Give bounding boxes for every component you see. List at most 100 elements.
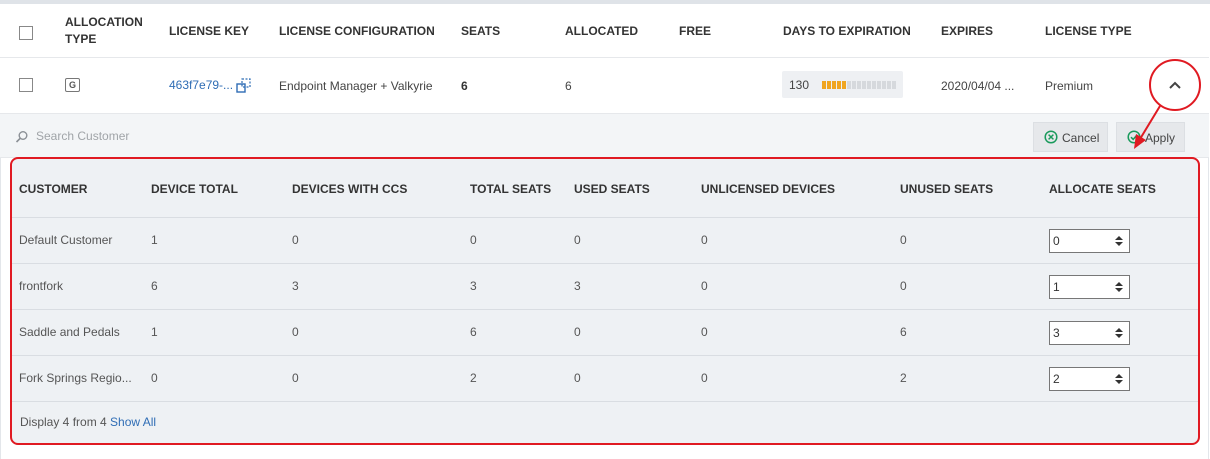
total-seats-cell: 0 xyxy=(470,233,477,247)
search-icon xyxy=(15,131,28,143)
header-allocation-type: ALLOCATION TYPE xyxy=(65,14,143,48)
days-bar-segment xyxy=(832,81,836,89)
license-configuration: Endpoint Manager + Valkyrie xyxy=(279,79,433,93)
header-customer[interactable]: CUSTOMER xyxy=(19,182,87,196)
unlicensed-devices-cell: 0 xyxy=(701,371,708,385)
header-allocated[interactable]: ALLOCATED xyxy=(565,23,638,40)
customer-link[interactable]: frontfork xyxy=(19,279,63,293)
allocate-seats-stepper[interactable] xyxy=(1049,367,1130,391)
total-seats-cell: 6 xyxy=(470,325,477,339)
customer-link[interactable]: Fork Springs Regio... xyxy=(19,371,132,385)
customer-link[interactable]: Default Customer xyxy=(19,233,112,247)
days-bar-segment xyxy=(847,81,851,89)
header-unused-seats[interactable]: UNUSED SEATS xyxy=(900,182,993,196)
allocated-value: 6 xyxy=(565,79,572,93)
days-bar-segment xyxy=(867,81,871,89)
header-license-key[interactable]: LICENSE KEY xyxy=(169,23,249,40)
days-bar-segment xyxy=(887,81,891,89)
allocation-type-badge: G xyxy=(65,78,80,92)
pagination-footer: Display 4 from 4 Show All xyxy=(12,401,1198,443)
license-key-link[interactable]: 463f7e79-... xyxy=(169,78,233,92)
cancel-button[interactable]: Cancel xyxy=(1033,122,1108,152)
header-allocate-seats[interactable]: ALLOCATE SEATS xyxy=(1049,182,1156,196)
header-license-configuration[interactable]: LICENSE CONFIGURATION xyxy=(279,23,435,40)
show-all-link[interactable]: Show All xyxy=(110,415,156,429)
license-row: G 463f7e79-... Endpoint Manager + Valkyr… xyxy=(0,58,1209,114)
spinner-arrows-icon[interactable] xyxy=(1113,373,1125,385)
devices-with-ccs-cell: 0 xyxy=(292,325,299,339)
license-row-checkbox[interactable] xyxy=(19,78,33,92)
pagination-summary: Display 4 from 4 Show All xyxy=(20,415,156,429)
customer-search-bar: Cancel Apply xyxy=(0,114,1209,158)
devices-with-ccs-cell: 0 xyxy=(292,233,299,247)
select-all-checkbox[interactable] xyxy=(19,26,33,40)
customer-link[interactable]: Saddle and Pedals xyxy=(19,325,120,339)
days-to-expiration-value: 130 xyxy=(789,78,810,92)
header-days-to-expiration[interactable]: DAYS TO EXPIRATION xyxy=(783,23,911,40)
used-seats-cell: 0 xyxy=(574,371,581,385)
days-bar-segment xyxy=(872,81,876,89)
cancel-label: Cancel xyxy=(1062,131,1100,145)
used-seats-cell: 0 xyxy=(574,233,581,247)
header-allocation-type-line2: TYPE xyxy=(65,32,97,46)
days-bar-segment xyxy=(837,81,841,89)
unused-seats-cell: 0 xyxy=(900,279,907,293)
unused-seats-cell: 2 xyxy=(900,371,907,385)
unused-seats-cell: 0 xyxy=(900,233,907,247)
allocate-seats-stepper[interactable] xyxy=(1049,229,1130,253)
devices-with-ccs-cell: 3 xyxy=(292,279,299,293)
x-circle-icon xyxy=(1044,130,1058,144)
chevron-up-icon[interactable] xyxy=(1164,75,1186,95)
header-unlicensed-devices[interactable]: UNLICENSED DEVICES xyxy=(701,182,835,196)
header-device-total[interactable]: DEVICE TOTAL xyxy=(151,182,238,196)
allocate-seats-stepper[interactable] xyxy=(1049,275,1130,299)
header-expires[interactable]: EXPIRES xyxy=(941,23,993,40)
display-count-text: Display 4 from 4 xyxy=(20,415,107,429)
header-total-seats[interactable]: TOTAL SEATS xyxy=(470,182,551,196)
check-circle-icon xyxy=(1127,130,1141,144)
spinner-arrows-icon[interactable] xyxy=(1113,327,1125,339)
allocate-seats-stepper[interactable] xyxy=(1049,321,1130,345)
unlicensed-devices-cell: 0 xyxy=(701,325,708,339)
days-bar-segment xyxy=(852,81,856,89)
allocate-seats-input[interactable] xyxy=(1053,371,1103,387)
table-row: frontfork 6 3 3 3 0 0 xyxy=(12,263,1198,309)
days-progress-bar xyxy=(822,81,896,89)
header-license-type[interactable]: LICENSE TYPE xyxy=(1045,23,1132,40)
used-seats-cell: 0 xyxy=(574,325,581,339)
spinner-arrows-icon[interactable] xyxy=(1113,281,1125,293)
allocation-table-header: CUSTOMER DEVICE TOTAL DEVICES WITH CCS T… xyxy=(12,159,1198,219)
unlicensed-devices-cell: 0 xyxy=(701,233,708,247)
allocate-seats-input[interactable] xyxy=(1053,325,1103,341)
days-bar-segment xyxy=(882,81,886,89)
header-allocation-type-line1: ALLOCATION xyxy=(65,15,143,29)
days-bar-segment xyxy=(857,81,861,89)
apply-label: Apply xyxy=(1145,131,1176,145)
expires-value: 2020/04/04 ... xyxy=(941,79,1015,93)
allocate-seats-input[interactable] xyxy=(1053,233,1103,249)
days-bar-segment xyxy=(877,81,881,89)
days-bar-segment xyxy=(827,81,831,89)
search-customer-input[interactable] xyxy=(36,125,336,147)
header-devices-with-ccs[interactable]: DEVICES WITH CCS xyxy=(292,182,407,196)
apply-button[interactable]: Apply xyxy=(1116,122,1185,152)
spinner-arrows-icon[interactable] xyxy=(1113,235,1125,247)
device-total-cell: 1 xyxy=(151,325,158,339)
used-seats-cell: 3 xyxy=(574,279,581,293)
header-seats[interactable]: SEATS xyxy=(461,23,500,40)
copy-icon[interactable] xyxy=(236,78,252,94)
table-row: Saddle and Pedals 1 0 6 0 0 6 xyxy=(12,309,1198,355)
header-used-seats[interactable]: USED SEATS xyxy=(574,182,650,196)
total-seats-cell: 2 xyxy=(470,371,477,385)
allocate-seats-input[interactable] xyxy=(1053,279,1103,295)
customer-allocation-panel: CUSTOMER DEVICE TOTAL DEVICES WITH CCS T… xyxy=(10,157,1200,445)
total-seats-cell: 3 xyxy=(470,279,477,293)
days-to-expiration-meter: 130 xyxy=(782,71,903,98)
table-row: Fork Springs Regio... 0 0 2 0 0 2 xyxy=(12,355,1198,401)
device-total-cell: 0 xyxy=(151,371,158,385)
device-total-cell: 1 xyxy=(151,233,158,247)
unlicensed-devices-cell: 0 xyxy=(701,279,708,293)
license-type-value: Premium xyxy=(1045,79,1094,93)
header-free[interactable]: FREE xyxy=(679,23,711,40)
days-bar-segment xyxy=(892,81,896,89)
